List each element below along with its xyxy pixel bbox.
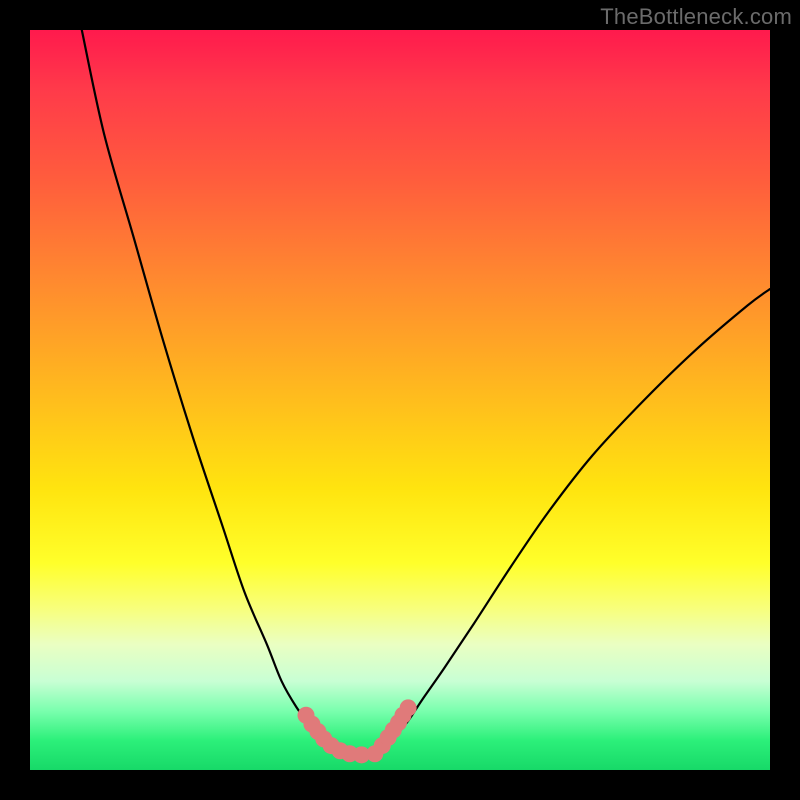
curve-right-branch: [378, 289, 770, 752]
watermark-text: TheBottleneck.com: [600, 4, 792, 30]
chart-frame: TheBottleneck.com: [0, 0, 800, 800]
marker-cluster-left: [298, 707, 371, 764]
marker-cluster-right: [366, 699, 416, 762]
chart-svg: [30, 30, 770, 770]
curve-left-branch: [82, 30, 356, 755]
marker-dot: [400, 699, 417, 716]
